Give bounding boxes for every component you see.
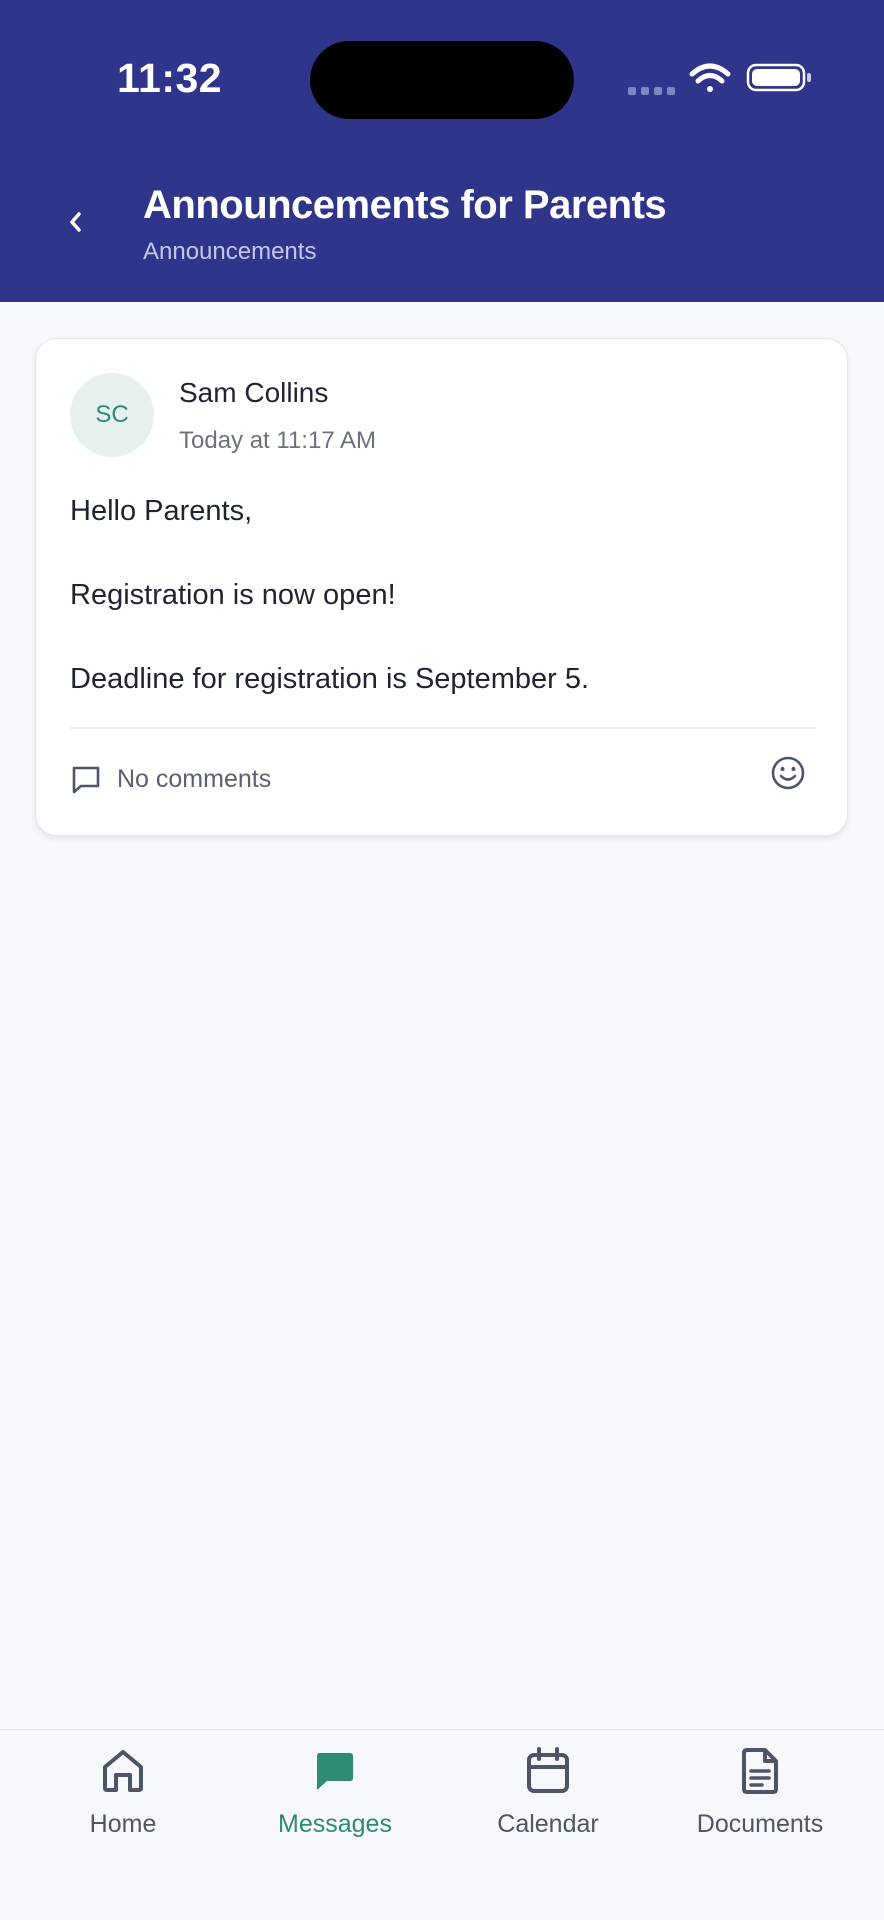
avatar: SC [70,373,154,457]
nav-item-calendar[interactable]: Calendar [448,1744,648,1854]
announcement-card[interactable]: SC Sam Collins Today at 11:17 AM Hello P… [35,338,848,836]
reaction-button[interactable] [768,753,808,793]
nav-label: Home [89,1810,157,1838]
post-body-line: Deadline for registration is September 5… [70,663,590,695]
avatar-initials: SC [95,401,129,428]
post-body-line: Hello Parents, [70,495,253,527]
home-icon [103,1750,143,1792]
message-icon [317,1753,353,1790]
page-subtitle: Announcements [143,238,317,265]
nav-item-documents[interactable]: Documents [660,1744,860,1854]
wifi-icon [689,63,731,92]
nav-item-messages[interactable]: Messages [235,1744,435,1854]
status-bar-icons [628,63,811,95]
comments-button[interactable]: No comments [70,759,271,799]
nav-label: Calendar [497,1810,599,1838]
chevron-left-icon [70,212,81,232]
bottom-nav: Home Messages Calendar Documents [0,1729,884,1920]
nav-item-home[interactable]: Home [23,1744,223,1854]
app-header: 11:32 Announcements for Parents Announce… [0,0,884,302]
comment-icon [72,766,100,794]
nav-label: Messages [278,1810,392,1838]
page-title: Announcements for Parents [143,183,667,227]
document-icon [742,1748,778,1794]
status-bar-time: 11:32 [117,55,223,101]
post-timestamp: Today at 11:17 AM [179,427,377,454]
card-divider [70,727,815,729]
calendar-icon [527,1747,569,1793]
comments-label: No comments [117,764,272,793]
smiley-icon [771,756,805,790]
battery-icon [746,63,811,92]
post-body-line: Registration is now open! [70,579,396,611]
dynamic-island [310,41,574,119]
nav-label: Documents [696,1810,824,1838]
cellular-signal-icon [628,87,675,95]
author-name: Sam Collins [179,377,329,408]
back-button[interactable] [56,198,96,246]
